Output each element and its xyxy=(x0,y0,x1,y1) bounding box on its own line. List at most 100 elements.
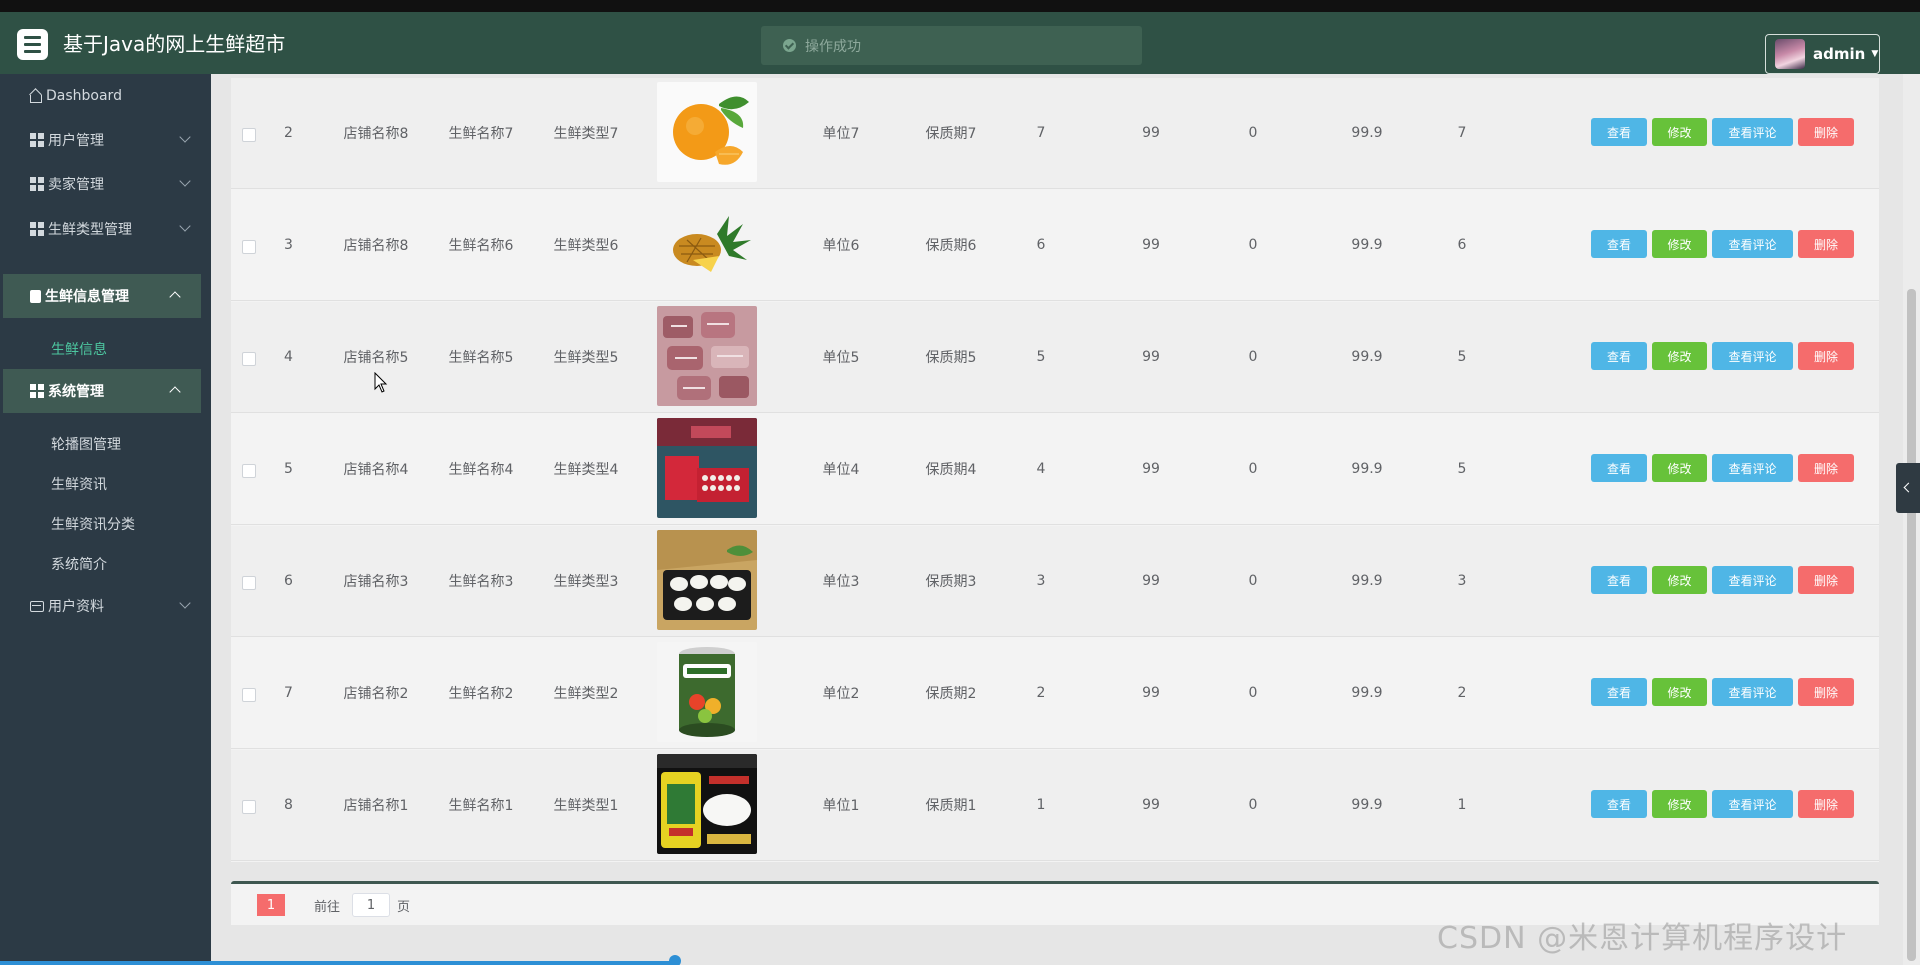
cell-value: 7 xyxy=(1457,125,1467,141)
cell-price: 99.9 xyxy=(1351,573,1383,589)
edit-button[interactable]: 修改 xyxy=(1652,678,1707,706)
goto-label: 前往 xyxy=(314,900,341,915)
cell-price: 99.9 xyxy=(1351,349,1383,365)
view-button[interactable]: 查看 xyxy=(1591,454,1647,482)
delete-button[interactable]: 删除 xyxy=(1798,790,1854,818)
sidebar-subitem-news-category[interactable]: 生鲜资讯分类 xyxy=(51,514,135,534)
delete-button[interactable]: 删除 xyxy=(1798,230,1854,258)
sidebar-subitem-news[interactable]: 生鲜资讯 xyxy=(51,474,107,494)
cell-value: 99 xyxy=(1142,685,1160,701)
row-checkbox[interactable] xyxy=(242,688,256,702)
product-image-meat xyxy=(657,306,757,406)
user-menu[interactable]: admin ▼ xyxy=(1765,34,1880,74)
delete-button[interactable]: 删除 xyxy=(1798,454,1854,482)
page-number-current[interactable]: 1 xyxy=(257,894,285,916)
view-button[interactable]: 查看 xyxy=(1591,118,1647,146)
edit-button[interactable]: 修改 xyxy=(1652,118,1707,146)
mouse-cursor-icon xyxy=(374,372,388,393)
view-comments-button[interactable]: 查看评论 xyxy=(1712,566,1793,594)
window-top-strip xyxy=(0,0,1920,12)
cell-name: 生鲜名称3 xyxy=(448,574,514,590)
cell-type: 生鲜类型1 xyxy=(553,798,619,814)
edit-button[interactable]: 修改 xyxy=(1652,230,1707,258)
edit-button[interactable]: 修改 xyxy=(1652,454,1707,482)
clipboard-icon xyxy=(30,289,41,303)
row-checkbox[interactable] xyxy=(242,800,256,814)
cell-value: 99 xyxy=(1142,461,1160,477)
view-button[interactable]: 查看 xyxy=(1591,342,1647,370)
cell-shelf-life: 保质期7 xyxy=(925,126,977,142)
home-icon xyxy=(30,94,42,103)
caret-down-icon: ▼ xyxy=(1871,49,1879,59)
product-image-gift-box xyxy=(657,418,757,518)
cell-unit: 单位5 xyxy=(822,350,860,366)
cell-name: 生鲜名称2 xyxy=(448,686,514,702)
view-comments-button[interactable]: 查看评论 xyxy=(1712,342,1793,370)
cell-unit: 单位6 xyxy=(822,238,860,254)
row-checkbox[interactable] xyxy=(242,352,256,366)
view-button[interactable]: 查看 xyxy=(1591,678,1647,706)
view-button[interactable]: 查看 xyxy=(1591,230,1647,258)
sidebar-item-dashboard[interactable]: Dashboard xyxy=(0,74,211,118)
scrollbar-thumb[interactable] xyxy=(1907,289,1916,961)
goto-page-input[interactable]: 1 xyxy=(352,893,390,917)
sidebar-item-users[interactable]: 用户管理 xyxy=(0,118,211,162)
edit-button[interactable]: 修改 xyxy=(1652,342,1707,370)
row-checkbox[interactable] xyxy=(242,464,256,478)
side-panel-toggle[interactable] xyxy=(1896,463,1920,513)
delete-button[interactable]: 删除 xyxy=(1798,342,1854,370)
table-row: 4 店铺名称5 生鲜名称5 生鲜类型5 单位5 保质期5 5 99 0 99.9… xyxy=(231,302,1879,413)
cell-type: 生鲜类型6 xyxy=(553,238,619,254)
grid-icon xyxy=(30,177,44,191)
table-row: 6 店铺名称3 生鲜名称3 生鲜类型3 单位3 保质期3 3 99 0 99.9… xyxy=(231,526,1879,637)
row-checkbox[interactable] xyxy=(242,576,256,590)
cell-index: 6 xyxy=(284,573,293,589)
id-card-icon xyxy=(30,600,44,612)
sidebar-subitem-carousel[interactable]: 轮播图管理 xyxy=(51,434,121,454)
view-comments-button[interactable]: 查看评论 xyxy=(1712,118,1793,146)
cell-name: 生鲜名称5 xyxy=(448,350,514,366)
cell-name: 生鲜名称4 xyxy=(448,462,514,478)
cell-price: 99.9 xyxy=(1351,125,1383,141)
cell-index: 2 xyxy=(284,125,293,141)
sidebar-item-label: 系统管理 xyxy=(48,384,104,400)
cell-value: 0 xyxy=(1248,349,1258,365)
row-checkbox[interactable] xyxy=(242,128,256,142)
vertical-scrollbar[interactable] xyxy=(1903,74,1920,965)
table-row: 3 店铺名称8 生鲜名称6 生鲜类型6 单位6 保质期6 6 99 0 99.9… xyxy=(231,190,1879,301)
sidebar-item-system[interactable]: 系统管理 xyxy=(3,369,201,413)
cell-unit: 单位4 xyxy=(822,462,860,478)
delete-button[interactable]: 删除 xyxy=(1798,678,1854,706)
delete-button[interactable]: 删除 xyxy=(1798,566,1854,594)
row-checkbox[interactable] xyxy=(242,240,256,254)
cell-shelf-life: 保质期5 xyxy=(925,350,977,366)
sidebar-item-profile[interactable]: 用户资料 xyxy=(0,584,211,628)
menu-toggle-button[interactable] xyxy=(17,29,48,60)
view-button[interactable]: 查看 xyxy=(1591,566,1647,594)
sidebar-subitem-fresh-info[interactable]: 生鲜信息 xyxy=(51,339,107,359)
video-progress-knob[interactable] xyxy=(669,955,681,965)
chevron-down-icon xyxy=(179,597,191,609)
view-comments-button[interactable]: 查看评论 xyxy=(1712,230,1793,258)
view-button[interactable]: 查看 xyxy=(1591,790,1647,818)
cell-name: 生鲜名称1 xyxy=(448,798,514,814)
video-progress-bar[interactable] xyxy=(0,961,675,965)
sidebar-item-sellers[interactable]: 卖家管理 xyxy=(0,162,211,206)
chevron-down-icon xyxy=(179,131,191,143)
cell-value: 5 xyxy=(1457,461,1467,477)
view-comments-button[interactable]: 查看评论 xyxy=(1712,678,1793,706)
sidebar-item-fresh-types[interactable]: 生鲜类型管理 xyxy=(0,207,211,251)
view-comments-button[interactable]: 查看评论 xyxy=(1712,454,1793,482)
sidebar-item-fresh-info[interactable]: 生鲜信息管理 xyxy=(3,274,201,318)
chevron-down-icon xyxy=(179,175,191,187)
view-comments-button[interactable]: 查看评论 xyxy=(1712,790,1793,818)
cell-shelf-life: 保质期1 xyxy=(925,798,977,814)
cell-value: 2 xyxy=(1457,685,1467,701)
edit-button[interactable]: 修改 xyxy=(1652,566,1707,594)
cell-qty: 6 xyxy=(1036,237,1046,253)
cell-shop: 店铺名称2 xyxy=(343,686,409,702)
delete-button[interactable]: 删除 xyxy=(1798,118,1854,146)
page-unit-label: 页 xyxy=(397,900,411,915)
edit-button[interactable]: 修改 xyxy=(1652,790,1707,818)
sidebar-subitem-about[interactable]: 系统简介 xyxy=(51,554,107,574)
